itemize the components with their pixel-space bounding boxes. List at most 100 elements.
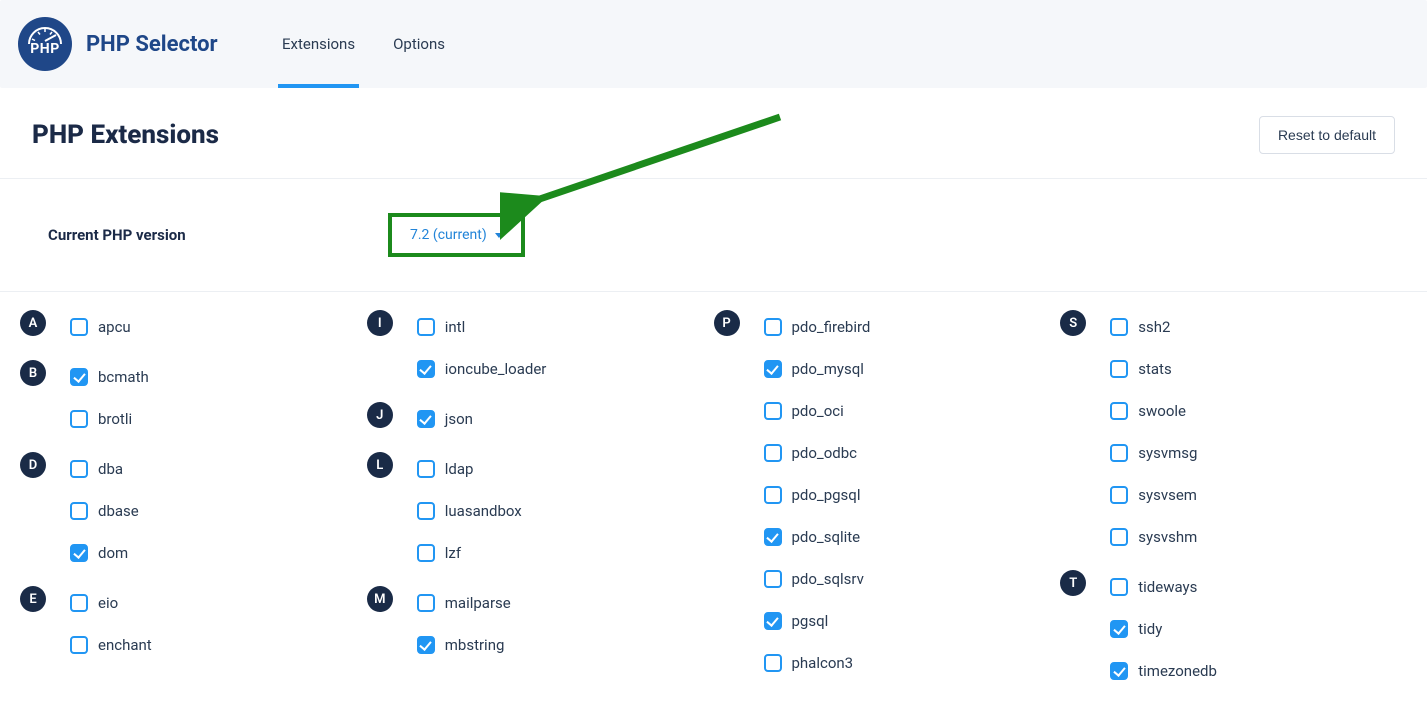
extension-checkbox[interactable]	[1110, 620, 1128, 638]
extension-item-enchant[interactable]: enchant	[70, 628, 152, 662]
group-letter-spacer	[20, 536, 46, 562]
extension-checkbox[interactable]	[417, 502, 435, 520]
extension-row: Ppdo_firebird	[714, 310, 1061, 344]
extension-name: dbase	[98, 502, 139, 520]
extension-name: pdo_odbc	[792, 444, 858, 462]
extension-row: pgsql	[714, 604, 1061, 638]
extension-checkbox[interactable]	[764, 318, 782, 336]
extension-item-intl[interactable]: intl	[417, 310, 466, 344]
extension-row: Iintl	[367, 310, 714, 344]
extension-item-dbase[interactable]: dbase	[70, 494, 139, 528]
extension-item-tidy[interactable]: tidy	[1110, 612, 1162, 646]
group-letter-spacer	[1060, 612, 1086, 638]
extension-item-sysvsem[interactable]: sysvsem	[1110, 478, 1197, 512]
extension-item-sysvshm[interactable]: sysvshm	[1110, 520, 1197, 554]
header-tabs: Extensions Options	[278, 0, 449, 88]
extension-row: sysvsem	[1060, 478, 1407, 512]
extension-row: luasandbox	[367, 494, 714, 528]
extension-item-json[interactable]: json	[417, 402, 473, 436]
extension-item-pgsql[interactable]: pgsql	[764, 604, 829, 638]
php-version-dropdown[interactable]: 7.2 (current)	[388, 213, 525, 257]
extension-name: tidy	[1138, 620, 1162, 638]
reset-to-default-button[interactable]: Reset to default	[1259, 116, 1395, 154]
group-letter-spacer	[367, 352, 393, 378]
extension-checkbox[interactable]	[70, 594, 88, 612]
extension-item-pdo_odbc[interactable]: pdo_odbc	[764, 436, 858, 470]
extension-checkbox[interactable]	[764, 402, 782, 420]
extension-name: bcmath	[98, 368, 149, 386]
extension-checkbox[interactable]	[70, 318, 88, 336]
group-letter-badge: S	[1060, 310, 1086, 336]
group-letter-spacer	[20, 628, 46, 654]
extension-checkbox[interactable]	[1110, 578, 1128, 596]
extension-checkbox[interactable]	[764, 360, 782, 378]
extension-checkbox[interactable]	[417, 460, 435, 478]
extension-item-pdo_oci[interactable]: pdo_oci	[764, 394, 844, 428]
extension-item-timezonedb[interactable]: timezonedb	[1110, 654, 1217, 688]
extension-item-swoole[interactable]: swoole	[1110, 394, 1186, 428]
extension-item-mailparse[interactable]: mailparse	[417, 586, 511, 620]
extension-checkbox[interactable]	[417, 636, 435, 654]
extension-name: mbstring	[445, 636, 505, 654]
extension-row: phalcon3	[714, 646, 1061, 680]
extension-checkbox[interactable]	[417, 410, 435, 428]
extension-checkbox[interactable]	[417, 318, 435, 336]
extension-item-pdo_pgsql[interactable]: pdo_pgsql	[764, 478, 861, 512]
extension-item-sysvmsg[interactable]: sysvmsg	[1110, 436, 1197, 470]
extension-checkbox[interactable]	[417, 360, 435, 378]
extension-row: pdo_oci	[714, 394, 1061, 428]
extension-checkbox[interactable]	[1110, 444, 1128, 462]
extension-row: lzf	[367, 536, 714, 570]
extension-checkbox[interactable]	[764, 570, 782, 588]
extension-item-bcmath[interactable]: bcmath	[70, 360, 149, 394]
extension-checkbox[interactable]	[70, 636, 88, 654]
extension-checkbox[interactable]	[1110, 662, 1128, 680]
extension-checkbox[interactable]	[70, 544, 88, 562]
extensions-column: Ppdo_firebirdpdo_mysqlpdo_ocipdo_odbcpdo…	[714, 310, 1061, 704]
extension-checkbox[interactable]	[1110, 402, 1128, 420]
extension-checkbox[interactable]	[764, 528, 782, 546]
extension-checkbox[interactable]	[764, 612, 782, 630]
extension-checkbox[interactable]	[70, 410, 88, 428]
extension-item-luasandbox[interactable]: luasandbox	[417, 494, 522, 528]
tab-options[interactable]: Options	[389, 0, 449, 88]
extension-item-eio[interactable]: eio	[70, 586, 118, 620]
extension-item-phalcon3[interactable]: phalcon3	[764, 646, 854, 680]
extension-checkbox[interactable]	[764, 444, 782, 462]
extension-checkbox[interactable]	[70, 460, 88, 478]
extension-item-pdo_sqlsrv[interactable]: pdo_sqlsrv	[764, 562, 864, 596]
extension-item-pdo_sqlite[interactable]: pdo_sqlite	[764, 520, 861, 554]
extension-item-mbstring[interactable]: mbstring	[417, 628, 505, 662]
extension-checkbox[interactable]	[764, 486, 782, 504]
extension-checkbox[interactable]	[1110, 528, 1128, 546]
extension-item-apcu[interactable]: apcu	[70, 310, 131, 344]
extension-checkbox[interactable]	[417, 594, 435, 612]
php-version-value: 7.2 (current)	[410, 227, 487, 243]
extension-item-lzf[interactable]: lzf	[417, 536, 461, 570]
extensions-column: Iintlioncube_loaderJjsonLldapluasandboxl…	[367, 310, 714, 704]
extension-name: eio	[98, 594, 118, 612]
tab-extensions[interactable]: Extensions	[278, 0, 359, 88]
extension-item-dom[interactable]: dom	[70, 536, 128, 570]
extension-item-dba[interactable]: dba	[70, 452, 123, 486]
extension-item-tideways[interactable]: tideways	[1110, 570, 1197, 604]
extension-item-ldap[interactable]: ldap	[417, 452, 474, 486]
extension-item-pdo_firebird[interactable]: pdo_firebird	[764, 310, 871, 344]
extension-item-ssh2[interactable]: ssh2	[1110, 310, 1170, 344]
group-letter-badge: L	[367, 452, 393, 478]
extension-item-ioncube_loader[interactable]: ioncube_loader	[417, 352, 547, 386]
group-letter-spacer	[1060, 520, 1086, 546]
extension-row: ioncube_loader	[367, 352, 714, 386]
extension-item-pdo_mysql[interactable]: pdo_mysql	[764, 352, 864, 386]
extension-checkbox[interactable]	[70, 368, 88, 386]
extension-checkbox[interactable]	[1110, 360, 1128, 378]
extension-checkbox[interactable]	[1110, 486, 1128, 504]
extension-checkbox[interactable]	[417, 544, 435, 562]
header-bar: PHP PHP Selector Extensions Options	[0, 0, 1427, 88]
extension-item-brotli[interactable]: brotli	[70, 402, 132, 436]
extension-checkbox[interactable]	[1110, 318, 1128, 336]
extension-checkbox[interactable]	[764, 654, 782, 672]
extension-checkbox[interactable]	[70, 502, 88, 520]
extension-item-stats[interactable]: stats	[1110, 352, 1171, 386]
group-letter-spacer	[367, 494, 393, 520]
